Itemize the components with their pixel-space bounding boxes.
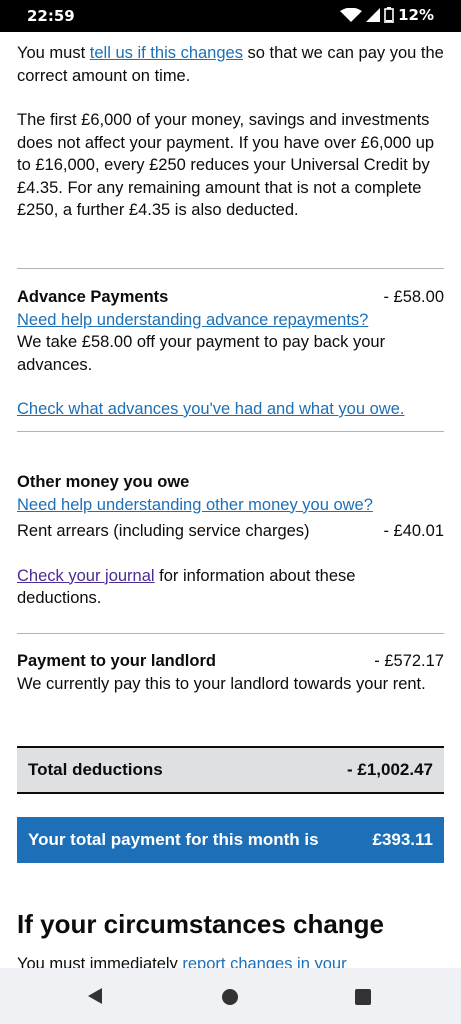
total-payment-amount: £393.11 xyxy=(372,830,433,849)
rent-arrears-row: Rent arrears (including service charges)… xyxy=(17,520,444,543)
total-payment-label: Your total payment for this month is xyxy=(28,830,319,849)
divider xyxy=(17,268,444,269)
status-time: 22:59 xyxy=(27,7,75,25)
total-deductions-label: Total deductions xyxy=(28,760,163,779)
landlord-amount: - £572.17 xyxy=(374,652,444,670)
savings-paragraph: The first £6,000 of your money, savings … xyxy=(17,111,435,219)
report-changes-paragraph: You must tell us if this changes so that… xyxy=(17,44,444,85)
advance-help-link[interactable]: Need help understanding advance repaymen… xyxy=(17,311,368,329)
landlord-description: We currently pay this to your landlord t… xyxy=(17,674,426,693)
advance-description: We take £58.00 off your payment to pay b… xyxy=(17,333,386,374)
wifi-icon xyxy=(340,8,363,22)
check-journal-link[interactable]: Check your journal xyxy=(17,567,155,585)
total-payment-row: Your total payment for this month is £39… xyxy=(17,817,444,863)
landlord-title: Payment to your landlord xyxy=(17,652,216,670)
recent-apps-icon[interactable] xyxy=(355,989,371,1005)
other-money-title: Other money you owe xyxy=(17,473,190,491)
tell-us-link[interactable]: tell us if this changes xyxy=(90,44,243,62)
rent-arrears-label: Rent arrears (including service charges) xyxy=(17,522,310,540)
advance-payments-amount: - £58.00 xyxy=(383,288,444,306)
rent-arrears-amount: - £40.01 xyxy=(383,522,444,540)
back-icon[interactable] xyxy=(88,988,102,1004)
other-money-section: Other money you owe Need help understand… xyxy=(17,471,444,610)
home-icon[interactable] xyxy=(222,989,238,1005)
status-bar: 22:59 12% xyxy=(0,0,461,32)
advance-payments-section: Advance Payments - £58.00 Need help unde… xyxy=(17,286,444,421)
signal-icon xyxy=(366,8,381,22)
total-deductions-row: Total deductions - £1,002.47 xyxy=(17,746,444,794)
divider xyxy=(17,633,444,634)
battery-level: 12% xyxy=(398,6,434,24)
divider xyxy=(17,431,444,432)
advance-payments-title: Advance Payments xyxy=(17,288,169,306)
other-money-help-link[interactable]: Need help understanding other money you … xyxy=(17,496,373,514)
check-advances-link[interactable]: Check what advances you've had and what … xyxy=(17,400,404,418)
landlord-section: Payment to your landlord - £572.17 We cu… xyxy=(17,650,444,695)
intro-section: You must tell us if this changes so that… xyxy=(17,42,444,222)
journal-paragraph: Check your journal for information about… xyxy=(17,566,356,608)
circumstances-heading: If your circumstances change xyxy=(17,909,385,939)
total-deductions-amount: - £1,002.47 xyxy=(346,760,433,779)
status-icons: 12% xyxy=(340,6,434,24)
battery-icon xyxy=(384,7,394,23)
